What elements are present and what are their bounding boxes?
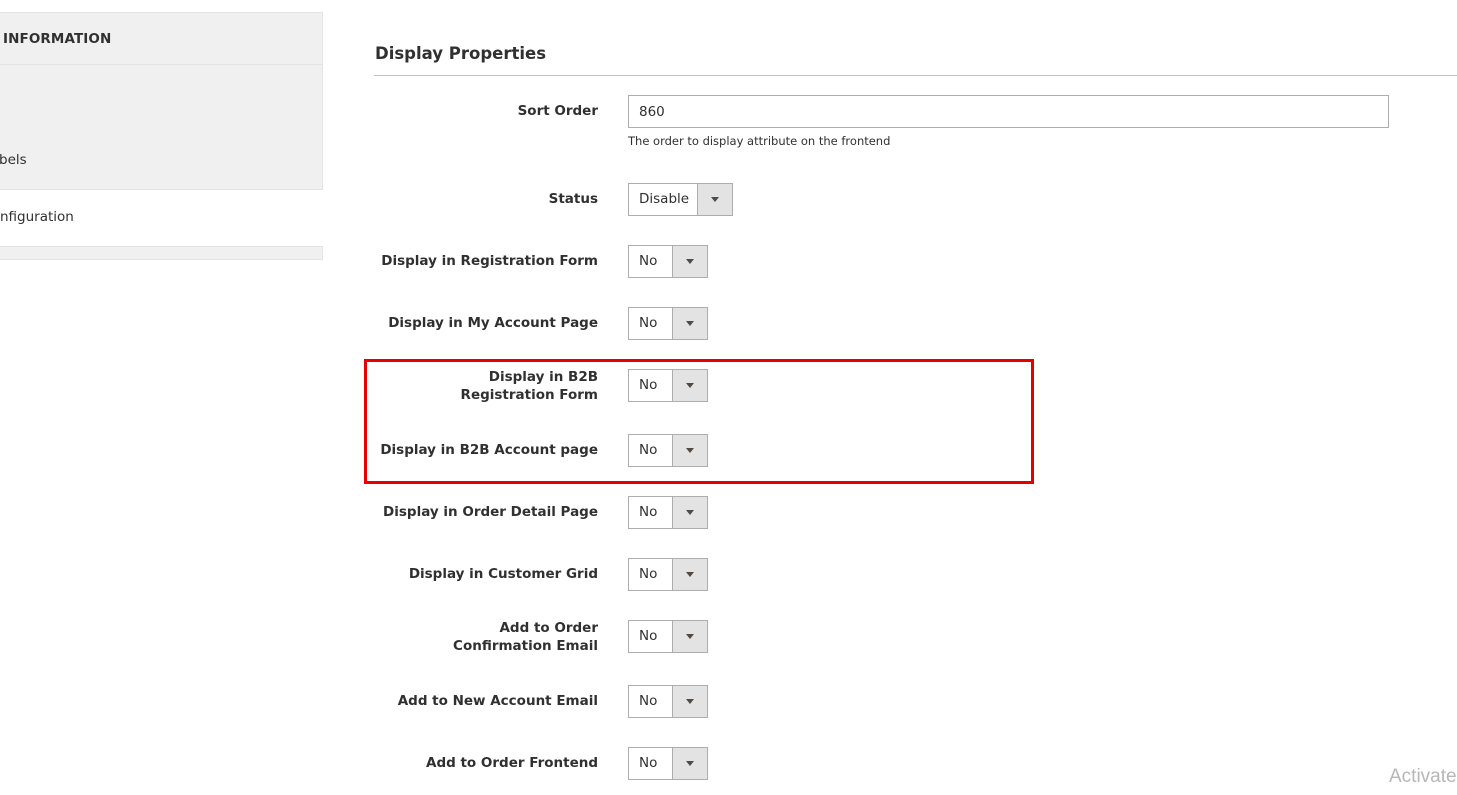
chevron-down-icon bbox=[686, 572, 694, 577]
select-toggle[interactable] bbox=[672, 370, 707, 401]
status-label: Status bbox=[548, 191, 598, 207]
select-toggle[interactable] bbox=[672, 748, 707, 779]
chevron-down-icon bbox=[686, 259, 694, 264]
field-label: Add to Order Confirmation Email bbox=[453, 620, 598, 654]
select-value: No bbox=[639, 566, 658, 582]
display-registration-form-select[interactable]: No bbox=[628, 245, 708, 278]
add-new-account-email-select[interactable]: No bbox=[628, 685, 708, 718]
select-toggle[interactable] bbox=[672, 435, 707, 466]
sidebar-item-configuration[interactable]: nfiguration bbox=[0, 209, 74, 225]
status-select[interactable]: Disable bbox=[628, 183, 733, 216]
sort-order-label: Sort Order bbox=[517, 103, 598, 119]
select-value: No bbox=[639, 628, 658, 644]
field-label: Display in My Account Page bbox=[388, 315, 598, 331]
sidebar-section-header[interactable]: INFORMATION bbox=[0, 12, 323, 65]
field-label: Display in Registration Form bbox=[381, 253, 598, 269]
field-label: Add to Order Frontend bbox=[426, 755, 598, 771]
add-order-frontend-select[interactable]: No bbox=[628, 747, 708, 780]
select-value: No bbox=[639, 504, 658, 520]
section-divider bbox=[374, 75, 1457, 76]
chevron-down-icon bbox=[686, 448, 694, 453]
display-b2b-account-select[interactable]: No bbox=[628, 434, 708, 467]
field-label: Display in Order Detail Page bbox=[383, 504, 598, 520]
select-value: No bbox=[639, 315, 658, 331]
sort-order-input[interactable] bbox=[628, 95, 1389, 128]
select-toggle[interactable] bbox=[672, 621, 707, 652]
chevron-down-icon bbox=[711, 197, 719, 202]
select-value: No bbox=[639, 253, 658, 269]
display-order-detail-select[interactable]: No bbox=[628, 496, 708, 529]
chevron-down-icon bbox=[686, 510, 694, 515]
select-value: No bbox=[639, 755, 658, 771]
display-b2b-registration-select[interactable]: No bbox=[628, 369, 708, 402]
chevron-down-icon bbox=[686, 634, 694, 639]
select-value: No bbox=[639, 693, 658, 709]
chevron-down-icon bbox=[686, 383, 694, 388]
field-label: Display in Customer Grid bbox=[408, 566, 598, 582]
chevron-down-icon bbox=[686, 699, 694, 704]
select-toggle[interactable] bbox=[672, 559, 707, 590]
display-customer-grid-select[interactable]: No bbox=[628, 558, 708, 591]
section-title: Display Properties bbox=[375, 44, 547, 63]
sidebar-footer bbox=[0, 246, 323, 260]
sort-order-note: The order to display attribute on the fr… bbox=[628, 134, 891, 148]
status-select-value: Disable bbox=[639, 191, 690, 207]
select-value: No bbox=[639, 442, 658, 458]
sidebar-item-labels[interactable]: bels bbox=[0, 152, 27, 168]
chevron-down-icon bbox=[686, 321, 694, 326]
select-value: No bbox=[639, 377, 658, 393]
select-toggle[interactable] bbox=[672, 686, 707, 717]
field-label: Display in B2B Registration Form bbox=[460, 369, 598, 403]
field-label: Display in B2B Account page bbox=[380, 442, 598, 458]
sidebar-header-label: INFORMATION bbox=[3, 31, 112, 47]
field-label: Add to New Account Email bbox=[397, 693, 598, 709]
select-toggle[interactable] bbox=[672, 308, 707, 339]
add-order-confirmation-email-select[interactable]: No bbox=[628, 620, 708, 653]
status-select-toggle[interactable] bbox=[697, 184, 732, 215]
select-toggle[interactable] bbox=[672, 246, 707, 277]
sidebar-group: bels bbox=[0, 65, 323, 190]
chevron-down-icon bbox=[686, 761, 694, 766]
display-my-account-select[interactable]: No bbox=[628, 307, 708, 340]
activate-windows-watermark: Activate bbox=[1389, 766, 1457, 787]
select-toggle[interactable] bbox=[672, 497, 707, 528]
